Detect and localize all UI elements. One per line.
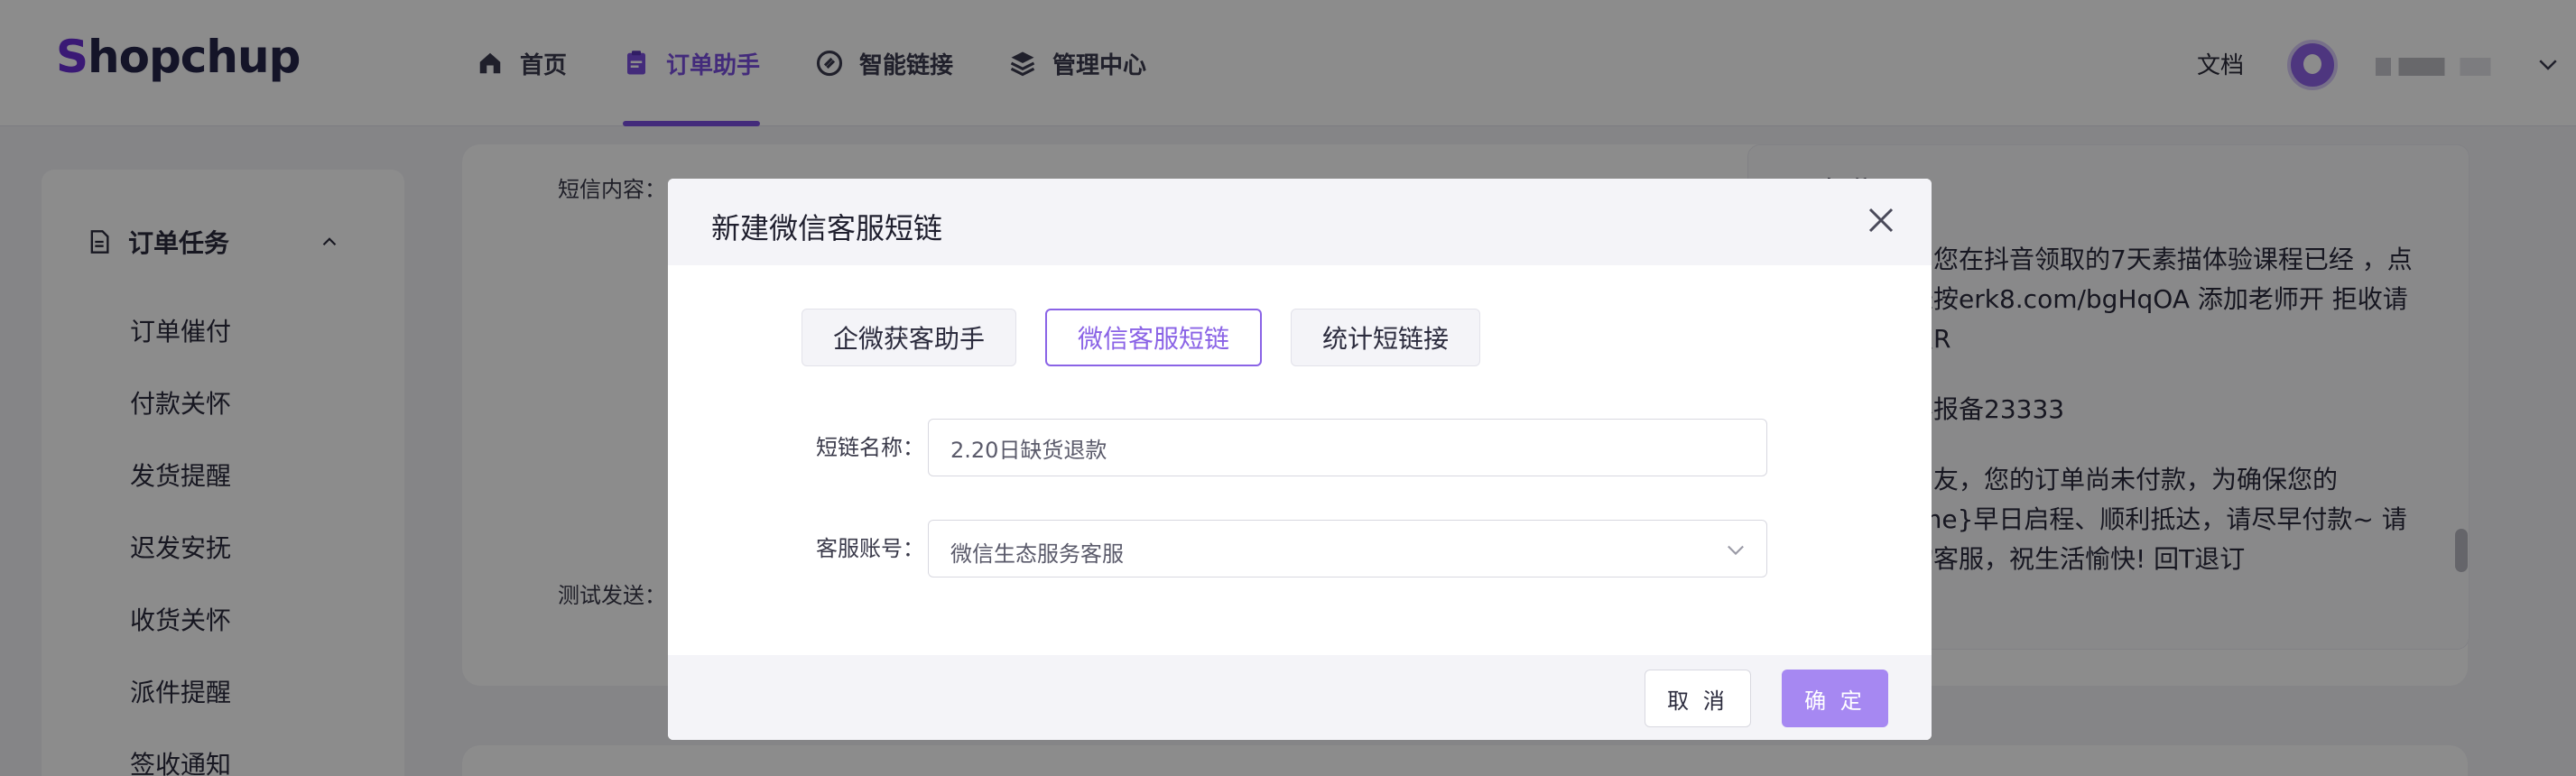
cancel-button[interactable]: 取 消 [1645, 670, 1751, 727]
shortlink-name-input[interactable] [950, 420, 1727, 476]
service-account-value: 微信生态服务客服 [950, 541, 1124, 567]
modal-title: 新建微信客服短链 [711, 211, 943, 245]
service-account-label: 客服账号： [816, 536, 924, 561]
tab-stats-shortlink[interactable]: 统计短链接 [1291, 309, 1481, 366]
close-icon[interactable] [1865, 204, 1897, 236]
tab-wechat-service-shortlink[interactable]: 微信客服短链 [1045, 309, 1263, 366]
link-type-tabs: 企微获客助手 微信客服短链 统计短链接 [802, 309, 1509, 366]
service-account-select[interactable]: 微信生态服务客服 [928, 520, 1767, 577]
confirm-button[interactable]: 确 定 [1782, 670, 1888, 727]
chevron-down-icon [1728, 545, 1744, 556]
create-wechat-shortlink-modal: 新建微信客服短链 企微获客助手 微信客服短链 统计短链接 短链名称： 客服账号：… [668, 179, 1932, 740]
shortlink-name-label: 短链名称： [816, 435, 924, 460]
tab-wecom-acquisition[interactable]: 企微获客助手 [802, 309, 1017, 366]
shortlink-name-field[interactable] [928, 419, 1767, 476]
